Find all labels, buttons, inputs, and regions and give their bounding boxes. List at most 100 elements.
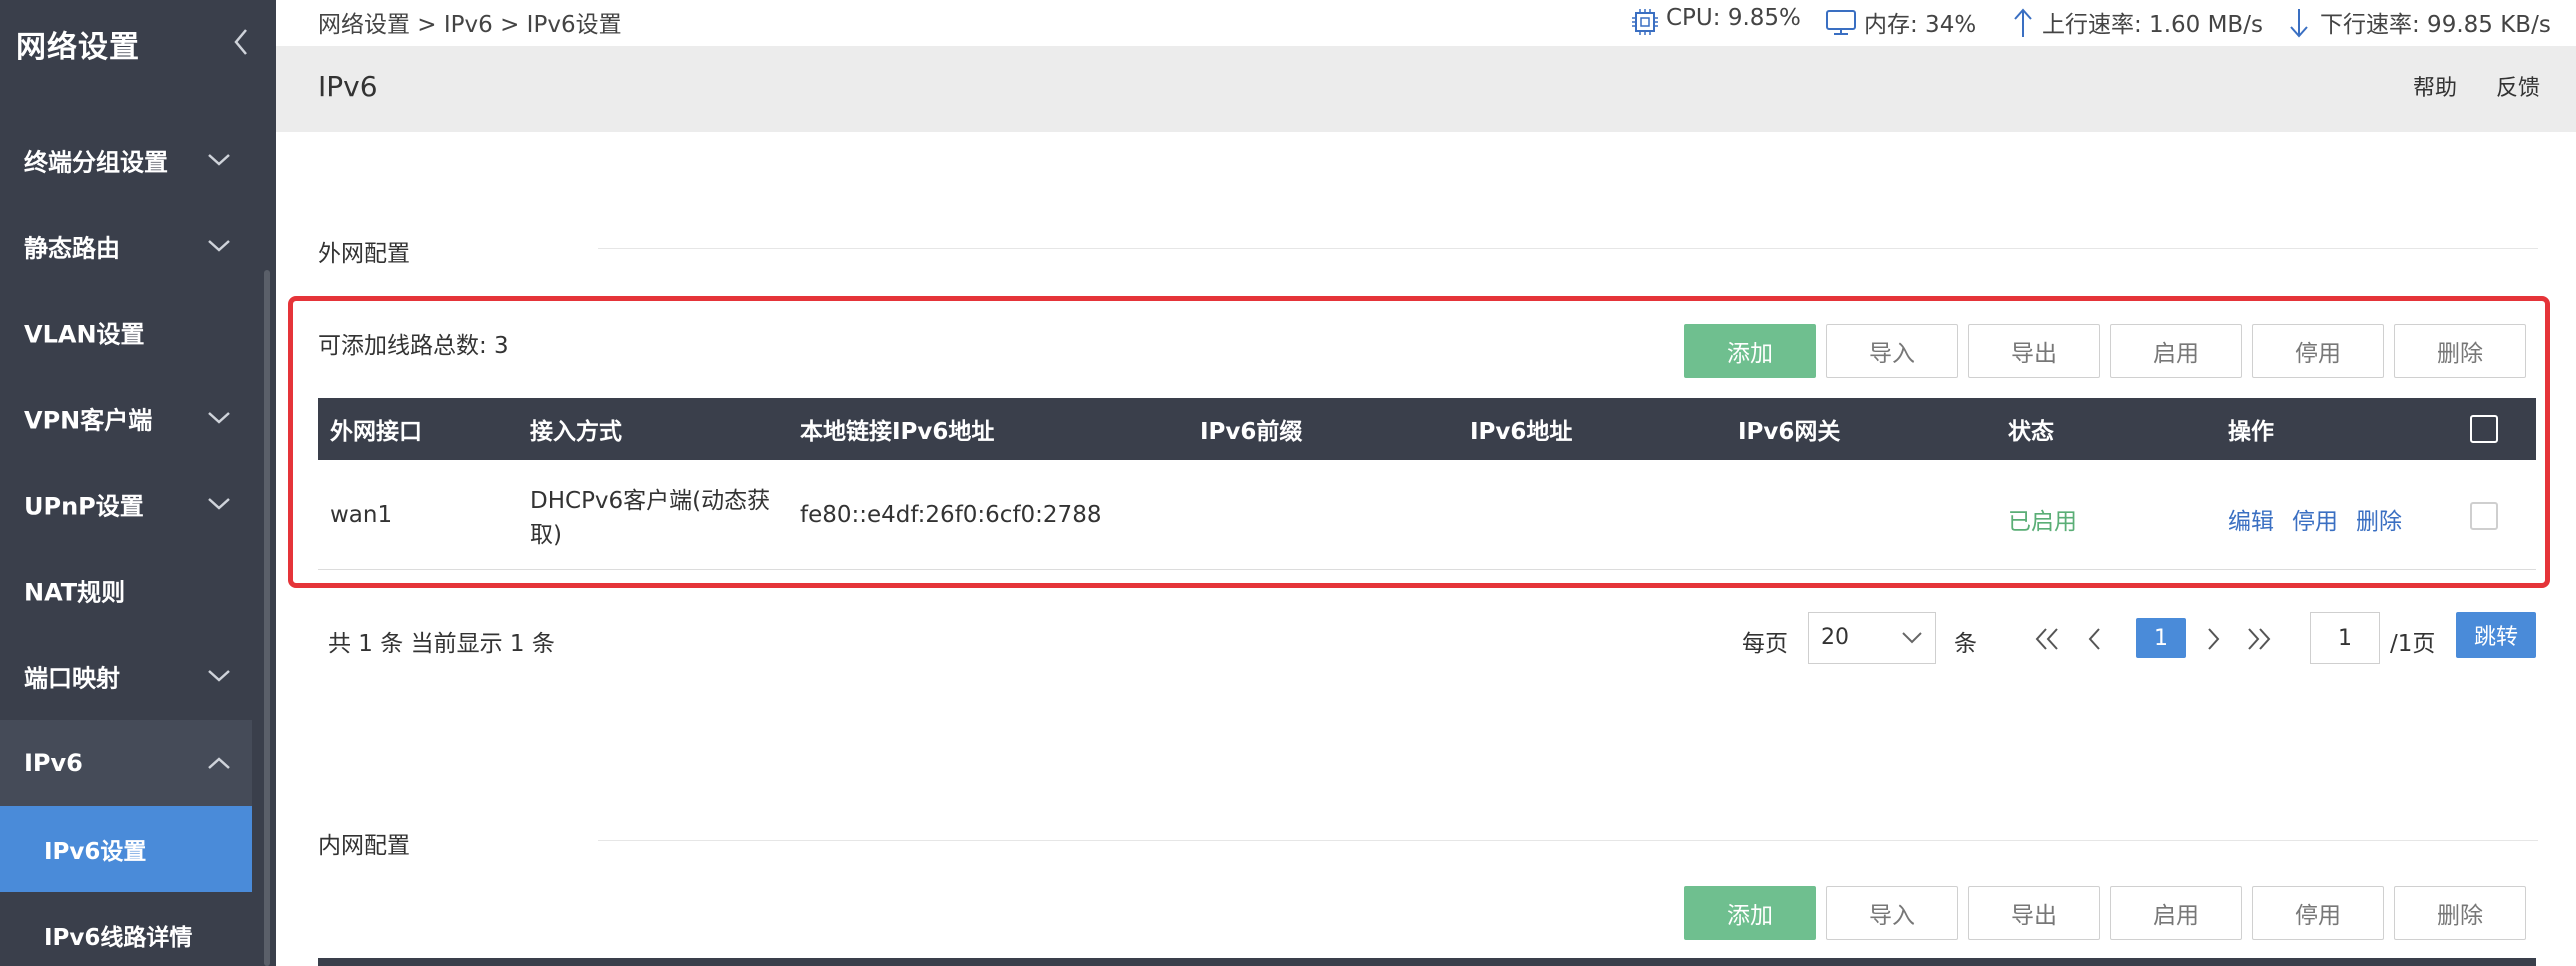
- chevron-down-icon: [208, 498, 230, 510]
- sidebar-item-terminal-group[interactable]: 终端分组设置: [0, 117, 252, 203]
- table-row: wan1 DHCPv6客户端(动态获 取) fe80::e4df:26f0:6c…: [318, 460, 2536, 570]
- lan-import-button[interactable]: 导入: [1826, 886, 1958, 940]
- sidebar-item-ipv6[interactable]: IPv6: [0, 720, 252, 806]
- wan-delete-button[interactable]: 删除: [2394, 324, 2526, 378]
- arrow-down-icon: [2290, 9, 2308, 38]
- download-stat: 下行速率: 99.85 KB/s: [2286, 5, 2551, 39]
- link-local-cell: fe80::e4df:26f0:6cf0:2788: [800, 502, 1102, 528]
- chevron-left-icon: [234, 29, 247, 55]
- access-mode-cell: DHCPv6客户端(动态获 取): [530, 484, 770, 552]
- monitor-icon: [1826, 10, 1856, 35]
- chevron-down-icon: [1902, 632, 1922, 644]
- chevron-down-icon: [208, 154, 230, 166]
- cpu-icon: [1632, 9, 1658, 35]
- sidebar-subitem-ipv6-line-details[interactable]: IPv6线路详情: [0, 892, 252, 966]
- column-header: 状态: [2008, 419, 2054, 445]
- last-page-icon[interactable]: [2244, 624, 2274, 654]
- first-page-icon[interactable]: [2032, 624, 2062, 654]
- per-page-value: 20: [1821, 625, 1849, 650]
- sidebar-item-port-mapping[interactable]: 端口映射: [0, 633, 252, 719]
- access-mode-line: 取): [530, 522, 562, 548]
- current-page-button[interactable]: 1: [2136, 618, 2186, 658]
- interface-cell: wan1: [330, 502, 393, 528]
- chevron-down-icon: [208, 670, 230, 682]
- sidebar-item-label: 静态路由: [24, 234, 120, 263]
- column-header: IPv6地址: [1470, 419, 1573, 445]
- upload-stat: 上行速率: 1.60 MB/s: [2010, 5, 2263, 39]
- sidebar-subitem-ipv6-settings[interactable]: IPv6设置: [0, 806, 252, 892]
- pager-summary: 共 1 条 当前显示 1 条: [328, 631, 555, 657]
- lan-add-button[interactable]: 添加: [1684, 886, 1816, 940]
- wan-import-button[interactable]: 导入: [1826, 324, 1958, 378]
- prev-page-icon[interactable]: [2084, 624, 2106, 654]
- section-divider: [598, 248, 2538, 249]
- feedback-link[interactable]: 反馈: [2496, 76, 2540, 101]
- next-page-icon[interactable]: [2202, 624, 2224, 654]
- sidebar-item-vpn-client[interactable]: VPN客户端: [0, 375, 252, 461]
- sidebar-header: 网络设置: [0, 0, 276, 84]
- arrow-up-icon: [2014, 8, 2032, 37]
- sidebar: 网络设置 终端分组设置 静态路由 VLAN设置 VPN客户端 UPnP设置 NA…: [0, 0, 276, 966]
- line-count-text: 可添加线路总数: 3: [318, 333, 509, 359]
- sidebar-item-label: 端口映射: [24, 664, 120, 693]
- lan-section-title: 内网配置: [318, 833, 410, 859]
- wan-enable-button[interactable]: 启用: [2110, 324, 2242, 378]
- sidebar-item-label: VPN客户端: [24, 406, 153, 435]
- sidebar-item-vlan[interactable]: VLAN设置: [0, 289, 252, 375]
- help-link[interactable]: 帮助: [2413, 76, 2457, 101]
- upload-rate: 上行速率: 1.60 MB/s: [2042, 12, 2263, 38]
- breadcrumb: 网络设置 > IPv6 > IPv6设置: [318, 12, 622, 38]
- sidebar-subitem-label: IPv6线路详情: [44, 925, 193, 951]
- column-header: 外网接口: [330, 419, 422, 445]
- sidebar-item-label: UPnP设置: [24, 492, 144, 521]
- download-rate: 下行速率: 99.85 KB/s: [2320, 12, 2551, 38]
- sidebar-item-label: 终端分组设置: [24, 148, 168, 177]
- jump-page-input[interactable]: 1: [2310, 612, 2380, 664]
- column-header: 操作: [2228, 419, 2274, 445]
- page-header: IPv6 帮助 反馈: [276, 46, 2576, 132]
- per-page-label: 每页: [1742, 631, 1788, 657]
- lan-export-button[interactable]: 导出: [1968, 886, 2100, 940]
- cpu-value: CPU: 9.85%: [1666, 5, 1801, 31]
- chevron-up-icon: [208, 757, 230, 769]
- delete-link[interactable]: 删除: [2356, 502, 2402, 536]
- sidebar-item-upnp[interactable]: UPnP设置: [0, 461, 252, 547]
- sidebar-subitem-label: IPv6设置: [44, 839, 147, 865]
- column-header: IPv6网关: [1738, 419, 1841, 445]
- lan-disable-button[interactable]: 停用: [2252, 886, 2384, 940]
- wan-export-button[interactable]: 导出: [1968, 324, 2100, 378]
- per-page-unit: 条: [1954, 631, 1977, 657]
- sidebar-item-nat[interactable]: NAT规则: [0, 547, 252, 633]
- section-divider: [598, 840, 2538, 841]
- collapse-sidebar-button[interactable]: [226, 22, 256, 62]
- sidebar-item-label: NAT规则: [24, 578, 126, 607]
- sidebar-scrollbar[interactable]: [264, 270, 270, 966]
- jump-button[interactable]: 跳转: [2456, 612, 2536, 658]
- memory-value: 内存: 34%: [1864, 12, 1977, 38]
- total-pages: /1页: [2390, 631, 2436, 657]
- status-cell: 已启用: [2008, 509, 2077, 535]
- column-header: 本地链接IPv6地址: [800, 419, 995, 445]
- sidebar-item-label: IPv6: [24, 749, 83, 777]
- access-mode-line: DHCPv6客户端(动态获: [530, 488, 771, 514]
- lan-table-header: [318, 958, 2536, 966]
- page-title: IPv6: [318, 70, 378, 103]
- lan-delete-button[interactable]: 删除: [2394, 886, 2526, 940]
- header-links: 帮助 反馈: [2381, 70, 2540, 102]
- edit-link[interactable]: 编辑: [2228, 502, 2274, 536]
- memory-stat: 内存: 34%: [1824, 5, 1976, 39]
- lan-enable-button[interactable]: 启用: [2110, 886, 2242, 940]
- sidebar-item-static-route[interactable]: 静态路由: [0, 203, 252, 289]
- sidebar-item-label: VLAN设置: [24, 320, 145, 349]
- select-all-checkbox[interactable]: [2470, 415, 2498, 443]
- cpu-stat: CPU: 9.85%: [1628, 5, 1801, 35]
- row-checkbox[interactable]: [2470, 502, 2498, 530]
- top-status-bar: 网络设置 > IPv6 > IPv6设置 CPU: 9.85% 内存: 34% …: [276, 0, 2576, 46]
- column-header: IPv6前缀: [1200, 419, 1303, 445]
- per-page-select[interactable]: 20: [1808, 612, 1936, 664]
- wan-add-button[interactable]: 添加: [1684, 324, 1816, 378]
- column-header: 接入方式: [530, 419, 622, 445]
- wan-disable-button[interactable]: 停用: [2252, 324, 2384, 378]
- wan-table-header: 外网接口 接入方式 本地链接IPv6地址 IPv6前缀 IPv6地址 IPv6网…: [318, 398, 2536, 460]
- disable-link[interactable]: 停用: [2292, 502, 2338, 536]
